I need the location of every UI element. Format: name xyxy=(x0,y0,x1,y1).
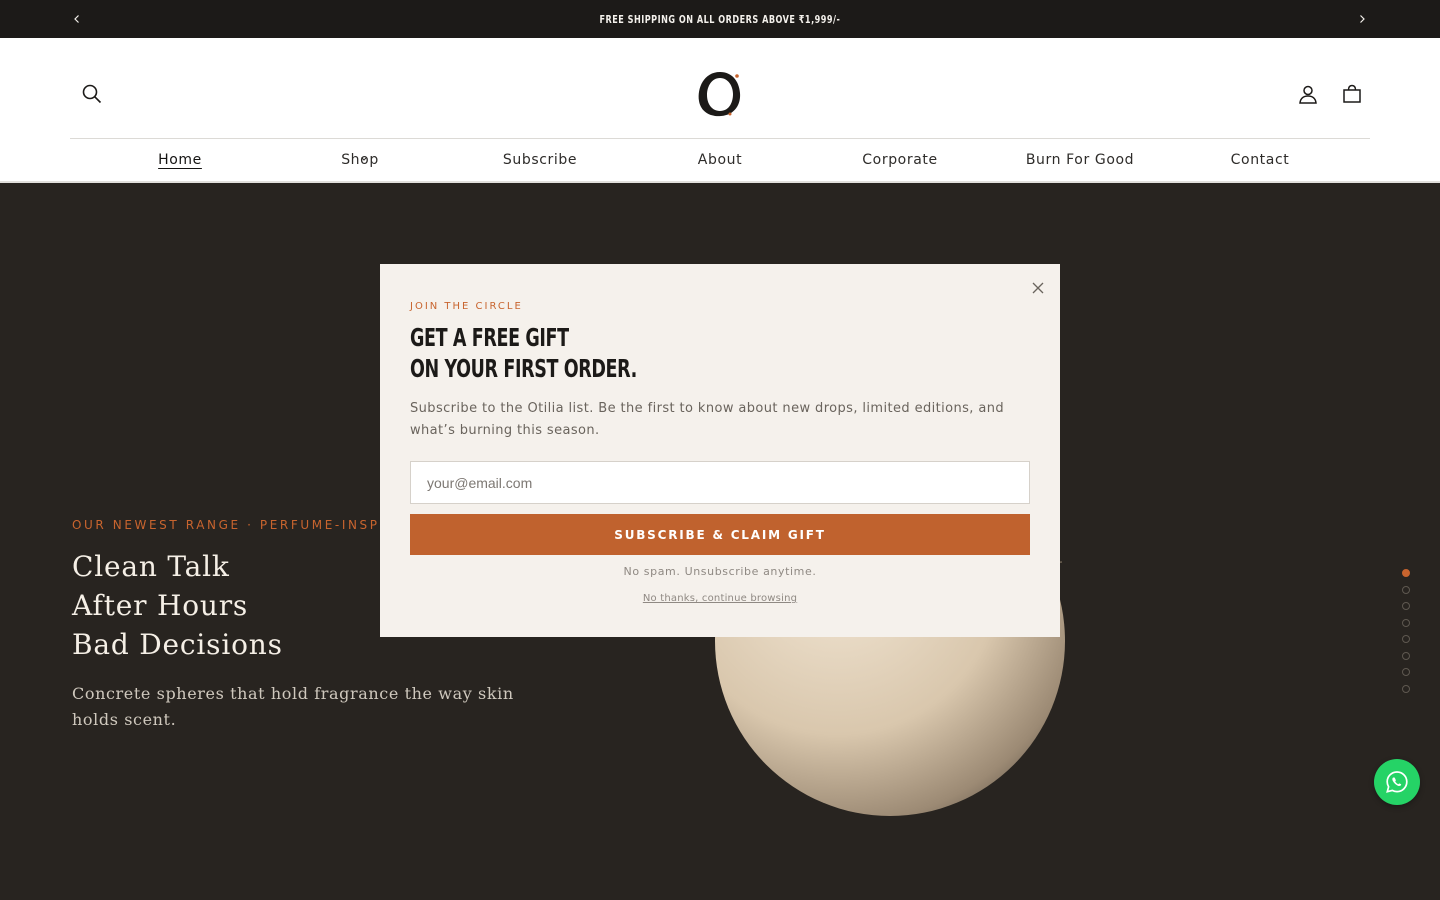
slide-dot[interactable] xyxy=(1402,569,1410,577)
hero-subtitle: Concrete spheres that hold fragrance the… xyxy=(72,684,514,729)
chevron-down-icon xyxy=(361,157,367,161)
modal-kicker: JOIN THE CIRCLE xyxy=(410,301,523,312)
modal-title: GET A FREE GIFT ON YOUR FIRST ORDER. xyxy=(410,322,637,384)
hero-heading: Clean Talk After Hours Bad Decisions xyxy=(72,547,283,664)
hero-line: Bad Decisions xyxy=(72,628,283,661)
chevron-left-icon[interactable] xyxy=(68,10,86,28)
account-icon[interactable] xyxy=(1288,74,1328,114)
nav-item-subscribe[interactable]: Subscribe xyxy=(450,142,630,178)
modal-title-line: GET A FREE GIFT xyxy=(410,323,569,352)
hero-line: Clean Talk xyxy=(72,550,230,583)
slide-dot[interactable] xyxy=(1402,651,1410,660)
whatsapp-chat-button[interactable] xyxy=(1374,759,1420,805)
announcement-bar: FREE SHIPPING ON ALL ORDERS ABOVE ₹1,999… xyxy=(0,0,1440,38)
nav-item-about[interactable]: About xyxy=(630,142,810,178)
slide-dot[interactable] xyxy=(1402,668,1410,676)
whatsapp-icon xyxy=(1386,771,1408,793)
nav-item-home[interactable]: Home xyxy=(90,142,270,178)
search-icon[interactable] xyxy=(72,74,112,114)
modal-description: Subscribe to the Otilia list. Be the fir… xyxy=(410,401,1005,438)
main-nav: Home Shop Subscribe About Corporate Burn… xyxy=(90,142,1350,178)
nav-item-corporate[interactable]: Corporate xyxy=(810,142,990,178)
slide-dot[interactable] xyxy=(1402,684,1410,693)
slide-dot[interactable] xyxy=(1402,618,1410,627)
nav-item-burn-for-good[interactable]: Burn For Good xyxy=(990,142,1170,178)
hero-kicker: OUR NEWEST RANGE · PERFUME-INSPIRED xyxy=(72,518,419,532)
slide-dot[interactable] xyxy=(1402,602,1410,610)
slide-dots xyxy=(1402,569,1412,701)
cart-icon[interactable] xyxy=(1332,74,1372,114)
no-spam-note: No spam. Unsubscribe anytime. xyxy=(623,565,817,578)
hero-line: After Hours xyxy=(72,589,249,622)
nav-item-shop[interactable]: Shop xyxy=(270,142,450,178)
dismiss-link[interactable]: No thanks, continue browsing xyxy=(380,593,1060,604)
modal-title-line: ON YOUR FIRST ORDER. xyxy=(410,354,637,383)
close-icon[interactable] xyxy=(1028,278,1048,298)
slide-dot[interactable] xyxy=(1402,585,1410,594)
brand-logo[interactable] xyxy=(690,64,750,124)
email-field[interactable] xyxy=(410,461,1030,504)
slide-dot[interactable] xyxy=(1402,635,1410,643)
announcement-text: FREE SHIPPING ON ALL ORDERS ABOVE ₹1,999… xyxy=(599,12,841,26)
chevron-right-icon[interactable] xyxy=(1353,10,1371,28)
newsletter-modal: JOIN THE CIRCLE GET A FREE GIFT ON YOUR … xyxy=(380,264,1060,637)
subscribe-button[interactable]: SUBSCRIBE & CLAIM GIFT xyxy=(410,514,1030,555)
header-divider xyxy=(70,138,1370,139)
site-header: Home Shop Subscribe About Corporate Burn… xyxy=(0,38,1440,183)
nav-item-contact[interactable]: Contact xyxy=(1170,142,1350,178)
